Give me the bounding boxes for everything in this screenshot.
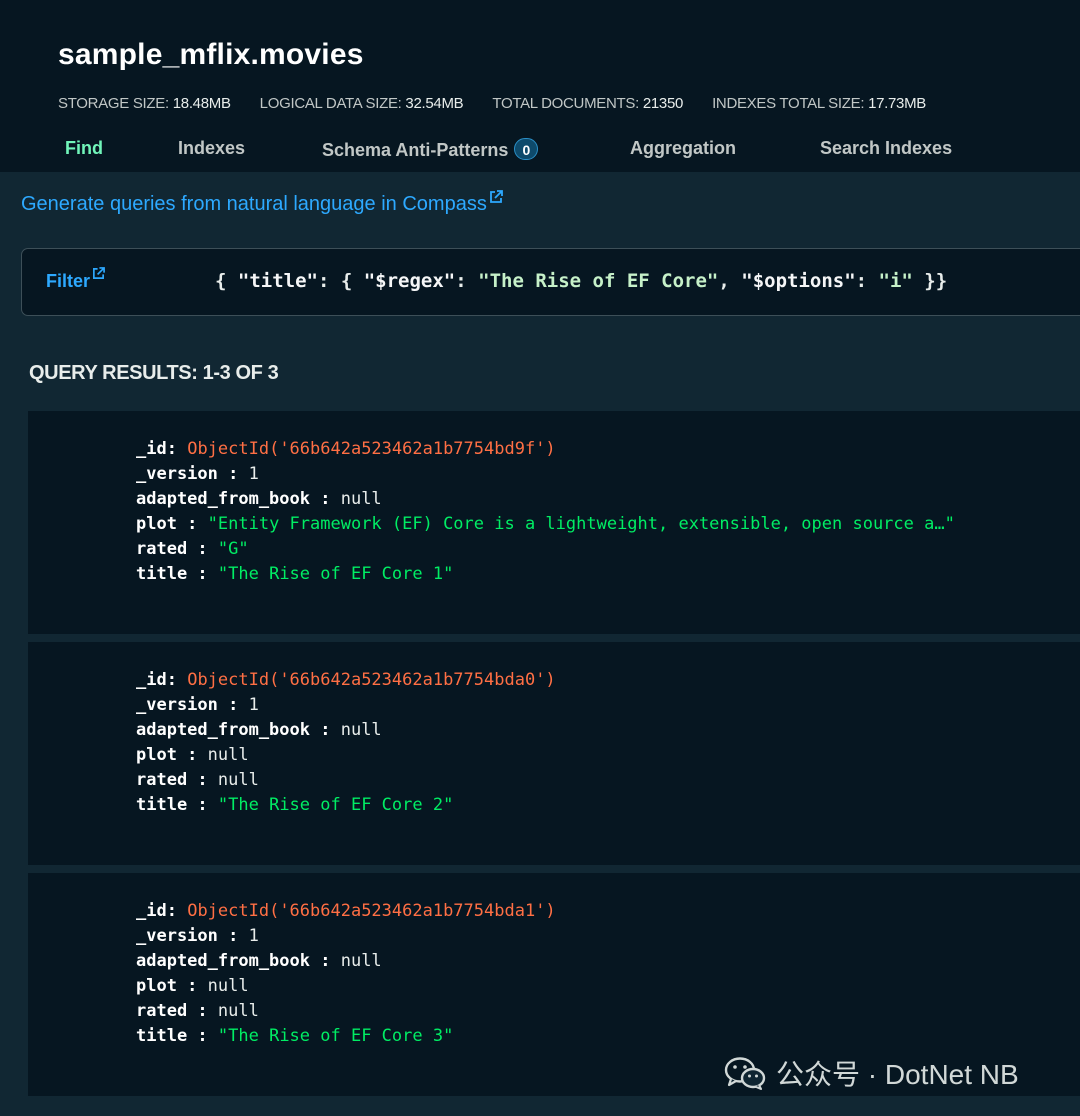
external-link-icon xyxy=(93,267,105,279)
field-title: title : "The Rise of EF Core 1" xyxy=(136,564,454,584)
tab-search-indexes[interactable]: Search Indexes xyxy=(820,138,952,159)
filter-label-link[interactable]: Filter xyxy=(46,267,105,292)
field-title: title : "The Rise of EF Core 2" xyxy=(136,795,454,815)
collection-header: sample_mflix.movies STORAGE SIZE: 18.48M… xyxy=(0,0,1080,172)
collection-tabs: Find Indexes Schema Anti-Patterns 0 Aggre… xyxy=(0,138,1080,172)
compass-natural-language-link[interactable]: Generate queries from natural language i… xyxy=(21,190,503,216)
stat-storage-size: STORAGE SIZE: 18.48MB xyxy=(58,95,231,112)
field-version: _version : 1 xyxy=(136,464,259,484)
field-rated: rated : null xyxy=(136,770,259,790)
field-id: _id: ObjectId('66b642a523462a1b7754bd9f'… xyxy=(136,439,556,459)
field-version: _version : 1 xyxy=(136,695,259,715)
wechat-watermark: 公众号 · DotNet NB xyxy=(724,1055,1019,1091)
field-plot: plot : null xyxy=(136,976,249,996)
collection-stats: STORAGE SIZE: 18.48MB LOGICAL DATA SIZE:… xyxy=(58,95,955,115)
document-fields: _id: ObjectId('66b642a523462a1b7754bd9f'… xyxy=(136,437,955,587)
field-version: _version : 1 xyxy=(136,926,259,946)
document-fields: _id: ObjectId('66b642a523462a1b7754bda1'… xyxy=(136,899,556,1049)
field-rated: rated : "G" xyxy=(136,539,249,559)
field-adapted-from-book: adapted_from_book : null xyxy=(136,951,382,971)
field-title: title : "The Rise of EF Core 3" xyxy=(136,1026,454,1046)
filter-query-input[interactable]: { "title": { "$regex": "The Rise of EF C… xyxy=(215,270,947,292)
document-card[interactable]: _id: ObjectId('66b642a523462a1b7754bd9f'… xyxy=(28,411,1080,634)
query-results-count: QUERY RESULTS: 1-3 OF 3 xyxy=(29,362,279,384)
field-adapted-from-book: adapted_from_book : null xyxy=(136,489,382,509)
field-adapted-from-book: adapted_from_book : null xyxy=(136,720,382,740)
anti-pattern-count-badge: 0 xyxy=(514,138,539,160)
stat-indexes-total-size: INDEXES TOTAL SIZE: 17.73MB xyxy=(712,95,926,112)
document-card[interactable]: _id: ObjectId('66b642a523462a1b7754bda0'… xyxy=(28,642,1080,865)
collection-title: sample_mflix.movies xyxy=(58,38,364,71)
document-fields: _id: ObjectId('66b642a523462a1b7754bda0'… xyxy=(136,668,556,818)
field-id: _id: ObjectId('66b642a523462a1b7754bda1'… xyxy=(136,901,556,921)
field-plot: plot : "Entity Framework (EF) Core is a … xyxy=(136,514,955,534)
field-id: _id: ObjectId('66b642a523462a1b7754bda0'… xyxy=(136,670,556,690)
tab-aggregation[interactable]: Aggregation xyxy=(630,138,736,159)
tab-find[interactable]: Find xyxy=(65,138,103,159)
stat-total-documents: TOTAL DOCUMENTS: 21350 xyxy=(492,95,684,112)
tab-schema-anti-patterns[interactable]: Schema Anti-Patterns 0 xyxy=(322,138,539,161)
field-rated: rated : null xyxy=(136,1001,259,1021)
field-plot: plot : null xyxy=(136,745,249,765)
external-link-icon xyxy=(489,190,503,203)
tab-indexes[interactable]: Indexes xyxy=(178,138,245,159)
wechat-icon xyxy=(724,1057,766,1090)
filter-bar: Filter { "title": { "$regex": "The Rise … xyxy=(21,248,1080,316)
stat-logical-data-size: LOGICAL DATA SIZE: 32.54MB xyxy=(259,95,464,112)
